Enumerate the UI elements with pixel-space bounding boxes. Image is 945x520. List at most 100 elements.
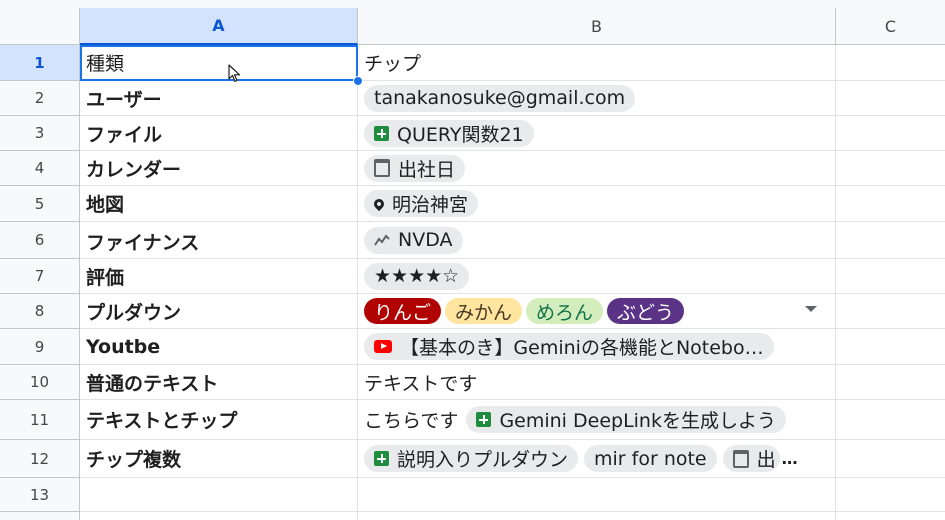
cell-b6[interactable]: NVDA xyxy=(358,222,836,259)
column-header-c[interactable]: C xyxy=(836,8,945,45)
cell-c3[interactable] xyxy=(836,116,945,151)
column-header-a[interactable]: A xyxy=(80,8,358,45)
cell-b1[interactable]: チップ xyxy=(358,45,836,81)
cell-c4[interactable] xyxy=(836,151,945,186)
finance-chart-icon xyxy=(374,234,390,246)
cell-c10[interactable] xyxy=(836,365,945,400)
cell-a14[interactable] xyxy=(80,512,358,520)
select-all-corner[interactable] xyxy=(0,8,80,45)
cell-a7[interactable]: 評価 xyxy=(80,259,358,294)
cell-a1[interactable]: 種類 xyxy=(80,45,358,81)
cell-a6[interactable]: ファイナンス xyxy=(80,222,358,259)
more-chips-ellipsis: … xyxy=(781,449,798,468)
file-chip[interactable]: QUERY関数21 xyxy=(364,119,534,147)
row-header-7[interactable]: 7 xyxy=(0,259,80,294)
row-header-1[interactable]: 1 xyxy=(0,45,80,81)
cell-c1[interactable] xyxy=(836,45,945,81)
dropdown-option-chip[interactable]: みかん xyxy=(445,298,523,324)
row-header-10[interactable]: 10 xyxy=(0,365,80,400)
sheets-file-icon xyxy=(374,451,389,466)
cell-a8[interactable]: プルダウン xyxy=(80,294,358,329)
cell-c8[interactable] xyxy=(836,294,945,329)
cell-a12[interactable]: チップ複数 xyxy=(80,440,358,478)
file-chip-label: 説明入りプルダウン xyxy=(397,449,569,471)
row-header-12[interactable]: 12 xyxy=(0,440,80,478)
row-header-14[interactable] xyxy=(0,512,80,520)
finance-chip-label: NVDA xyxy=(398,229,453,251)
rating-stars: ★★★★☆ xyxy=(374,265,460,287)
spreadsheet-grid: A B C 1 2 3 4 5 6 7 8 9 10 11 12 13 種類 ユ… xyxy=(0,0,945,520)
youtube-chip-label: 【基本のき】Geminiの各機能とNotebo… xyxy=(400,337,764,359)
file-chip-label: QUERY関数21 xyxy=(397,123,524,146)
cell-b2[interactable]: tanakanosuke@gmail.com xyxy=(358,81,836,116)
sheets-file-icon xyxy=(374,125,389,141)
calendar-chip[interactable]: 出 xyxy=(722,445,780,472)
cell-c13[interactable] xyxy=(836,478,945,512)
cell-a3[interactable]: ファイル xyxy=(80,116,358,151)
cell-a11[interactable]: テキストとチップ xyxy=(80,400,358,440)
youtube-icon xyxy=(374,340,392,353)
place-chip[interactable]: 明治神宮 xyxy=(364,190,479,217)
calendar-icon xyxy=(732,449,749,468)
cell-b8[interactable]: りんご みかん めろん ぶどう xyxy=(358,294,836,329)
cell-b4[interactable]: 出社日 xyxy=(358,151,836,186)
calendar-chip-label: 出 xyxy=(756,449,776,471)
cell-b3[interactable]: QUERY関数21 xyxy=(358,116,836,151)
dropdown-option-chip[interactable]: りんご xyxy=(364,298,442,324)
cell-c2[interactable] xyxy=(836,81,945,116)
calendar-chip[interactable]: 出社日 xyxy=(364,154,466,182)
rating-chip[interactable]: ★★★★☆ xyxy=(364,262,470,290)
cell-c14[interactable] xyxy=(836,512,945,520)
cell-a5[interactable]: 地図 xyxy=(80,186,358,222)
row-header-5[interactable]: 5 xyxy=(0,186,80,222)
fill-handle[interactable] xyxy=(353,76,363,86)
row-header-9[interactable]: 9 xyxy=(0,329,80,365)
cell-a10[interactable]: 普通のテキスト xyxy=(80,365,358,400)
dropdown-option-chip[interactable]: めろん xyxy=(526,298,604,324)
row-header-11[interactable]: 11 xyxy=(0,400,80,440)
text-chip-label: mir for note xyxy=(594,447,707,470)
cell-c11[interactable] xyxy=(836,400,945,440)
cell-c5[interactable] xyxy=(836,186,945,222)
cell-b10[interactable]: テキストです xyxy=(358,365,836,400)
cell-c7[interactable] xyxy=(836,259,945,294)
row-header-4[interactable]: 4 xyxy=(0,151,80,186)
calendar-chip-label: 出社日 xyxy=(398,158,456,181)
cell-a2[interactable]: ユーザー xyxy=(80,81,358,116)
cell-a9[interactable]: Youtbe xyxy=(80,329,358,365)
cell-b7[interactable]: ★★★★☆ xyxy=(358,259,836,294)
row-header-6[interactable]: 6 xyxy=(0,222,80,259)
cell-a13[interactable] xyxy=(80,478,358,512)
mouse-pointer-icon xyxy=(228,64,241,83)
cell-b12[interactable]: 説明入りプルダウン mir for note 出 … xyxy=(358,440,836,478)
cell-b11[interactable]: こちらです Gemini DeepLinkを生成しよう xyxy=(358,400,836,440)
dropdown-arrow-icon[interactable] xyxy=(805,306,817,312)
cell-c12[interactable] xyxy=(836,440,945,478)
row-header-13[interactable]: 13 xyxy=(0,478,80,512)
cell-text-prefix: こちらです xyxy=(364,410,459,432)
person-chip-label: tanakanosuke@gmail.com xyxy=(374,87,626,109)
row-header-2[interactable]: 2 xyxy=(0,81,80,116)
place-chip-label: 明治神宮 xyxy=(392,194,469,216)
file-chip-label: Gemini DeepLinkを生成しよう xyxy=(499,410,776,432)
person-chip[interactable]: tanakanosuke@gmail.com xyxy=(364,84,636,112)
row-header-3[interactable]: 3 xyxy=(0,116,80,151)
youtube-chip[interactable]: 【基本のき】Geminiの各機能とNotebo… xyxy=(364,333,774,360)
text-chip[interactable]: mir for note xyxy=(584,445,717,472)
cell-b9[interactable]: 【基本のき】Geminiの各機能とNotebo… xyxy=(358,329,836,365)
cell-b13[interactable] xyxy=(358,478,836,512)
row-header-8[interactable]: 8 xyxy=(0,294,80,329)
cell-c9[interactable] xyxy=(836,329,945,365)
cell-c6[interactable] xyxy=(836,222,945,259)
file-chip[interactable]: Gemini DeepLinkを生成しよう xyxy=(466,406,786,433)
column-header-b[interactable]: B xyxy=(358,8,836,45)
cell-b14[interactable] xyxy=(358,512,836,520)
dropdown-option-chip[interactable]: ぶどう xyxy=(607,298,685,324)
sheets-file-icon xyxy=(476,412,492,427)
map-pin-icon xyxy=(371,196,387,211)
file-chip[interactable]: 説明入りプルダウン xyxy=(364,445,579,472)
cell-b5[interactable]: 明治神宮 xyxy=(358,186,836,222)
cell-a4[interactable]: カレンダー xyxy=(80,151,358,186)
finance-chip[interactable]: NVDA xyxy=(364,226,463,254)
calendar-icon xyxy=(374,159,390,177)
